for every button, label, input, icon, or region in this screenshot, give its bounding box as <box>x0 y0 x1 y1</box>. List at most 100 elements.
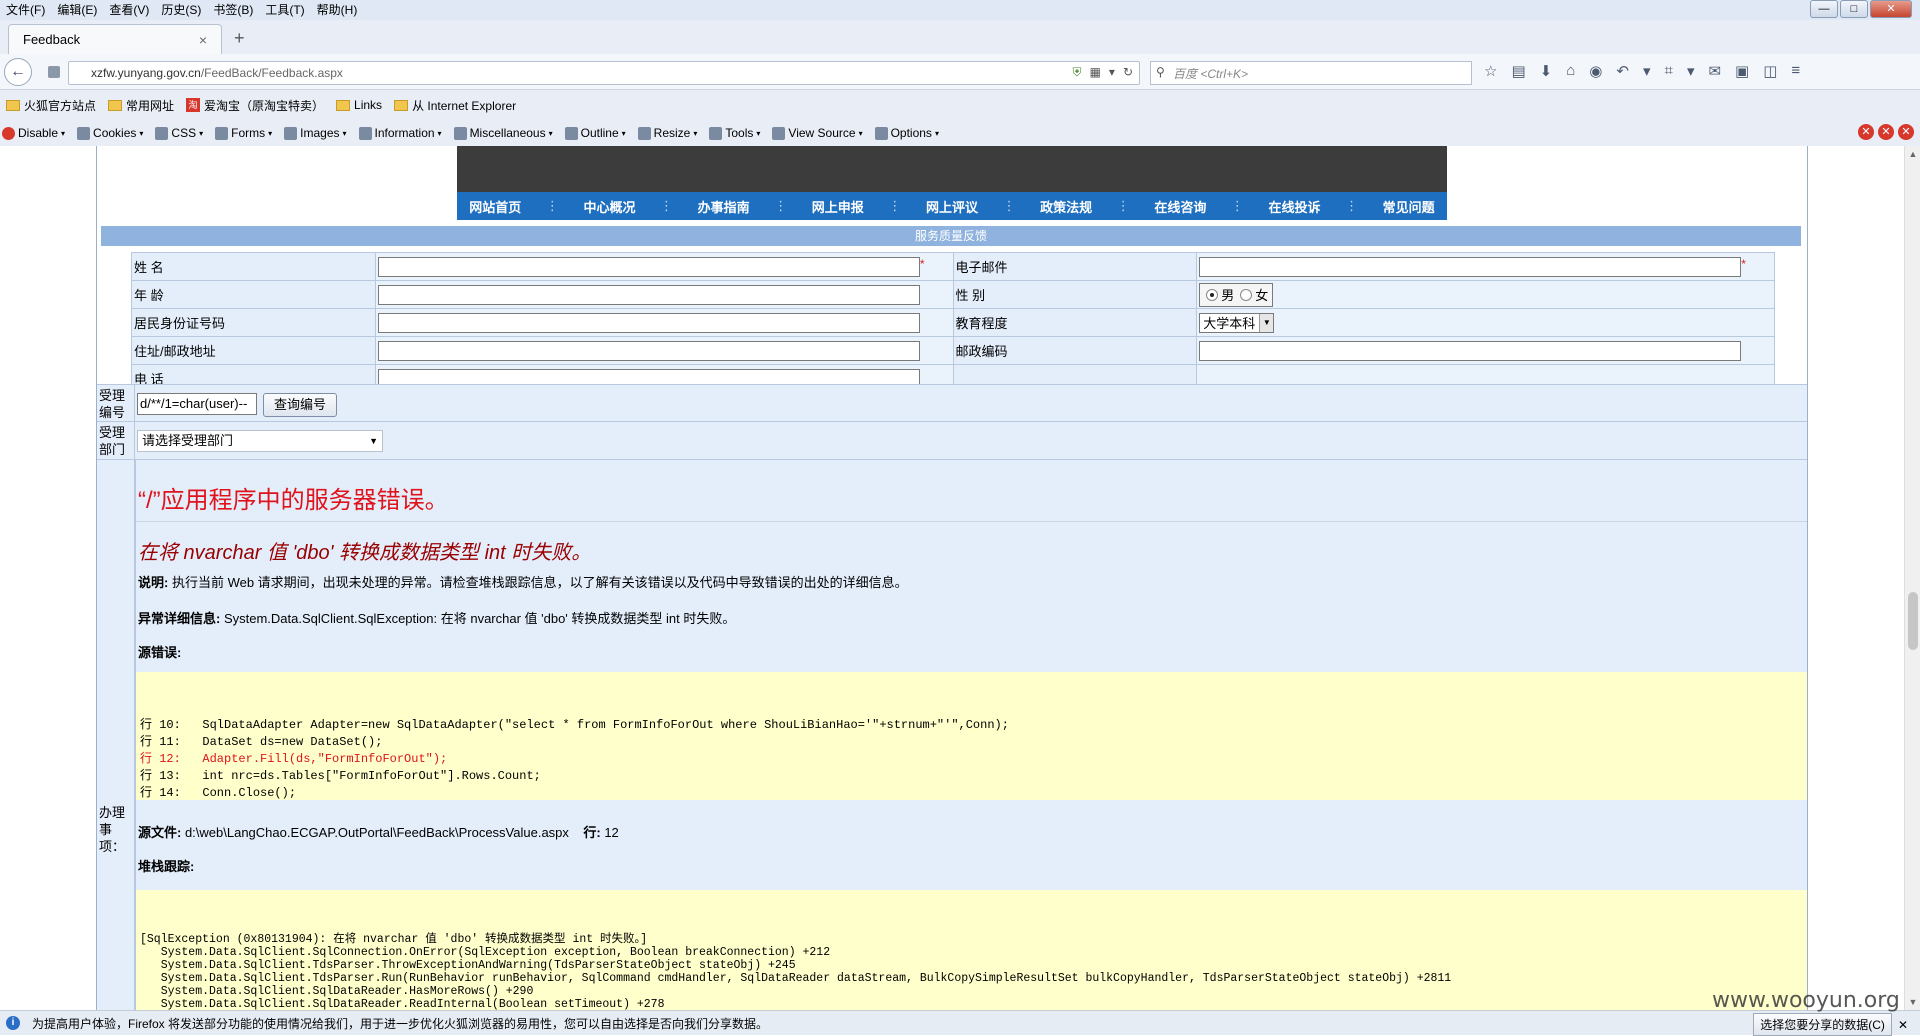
email-input[interactable] <box>1199 256 1742 277</box>
feedback-page: 网站首页 ⋮ 中心概况 ⋮ 办事指南 ⋮ 网上申报 ⋮ 网上评议 ⋮ 政策法规 ⋮ 在线咨询 ⋮ 在线投诉 ⋮… <box>96 146 1808 1010</box>
menu-item[interactable]: 书签(B) <box>207 0 259 20</box>
reload-icon[interactable]: ↻ <box>1123 65 1133 80</box>
menu-item[interactable]: 工具(T) <box>259 0 310 20</box>
menu-item[interactable]: 帮助(H) <box>311 0 364 20</box>
nav-separator: ⋮ <box>545 198 559 213</box>
tools-icon <box>709 126 723 140</box>
url-host: xzfw.yunyang.gov.cn <box>91 66 201 80</box>
site-nav-item[interactable]: 办事指南 <box>698 197 750 216</box>
devtool-menu-resize[interactable]: Resize ▾ <box>637 126 697 140</box>
site-nav-item[interactable]: 在线咨询 <box>1154 197 1206 216</box>
menu-item[interactable]: 编辑(E) <box>51 0 103 20</box>
accept-dept-value: 请选择受理部门 <box>142 433 234 448</box>
close-icon[interactable]: ✕ <box>1878 124 1894 140</box>
devtool-menu-disable[interactable]: Disable ▾ <box>2 126 65 140</box>
back-button[interactable]: ← <box>4 58 32 86</box>
bookmark-item[interactable]: 从 Internet Explorer <box>394 97 516 114</box>
site-nav-item[interactable]: 网上评议 <box>926 197 978 216</box>
bookmark-star-icon[interactable]: ☆ <box>1484 62 1497 80</box>
close-icon[interactable]: ✕ <box>1898 124 1914 140</box>
dropdown-icon[interactable]: ▾ <box>1109 65 1115 80</box>
undo-dropdown-icon[interactable]: ▾ <box>1643 62 1651 80</box>
accept-dept-select[interactable]: 请选择受理部门 ▼ <box>137 430 383 452</box>
menu-item[interactable]: 历史(S) <box>155 0 207 20</box>
stack-line: System.Data.SqlClient.TdsParser.ThrowExc… <box>140 959 796 972</box>
tab-close-icon[interactable]: × <box>199 32 207 48</box>
search-input[interactable]: ⚲ 百度 <Ctrl+K> <box>1150 61 1472 85</box>
menu-item[interactable]: 查看(V) <box>103 0 155 20</box>
share-data-button[interactable]: 选择您要分享的数据(C) <box>1753 1013 1892 1036</box>
download-icon[interactable]: ⬇ <box>1540 62 1553 80</box>
site-nav-item[interactable]: 网上申报 <box>812 197 864 216</box>
tab-feedback[interactable]: Feedback × <box>8 24 222 54</box>
nav-separator: ⋮ <box>774 198 788 213</box>
window-close-button[interactable]: ✕ <box>1870 0 1912 18</box>
comment-icon[interactable]: ✉ <box>1708 62 1721 80</box>
maximize-button[interactable]: □ <box>1840 0 1868 18</box>
name-input[interactable] <box>377 256 920 277</box>
picture-icon[interactable]: ▣ <box>1735 62 1749 80</box>
postcode-input[interactable] <box>1199 340 1742 361</box>
extension-icon[interactable]: ◫ <box>1763 62 1777 80</box>
bookmark-item[interactable]: 淘爱淘宝（原淘宝特卖） <box>186 97 324 114</box>
scroll-up-icon[interactable]: ▲ <box>1905 146 1920 162</box>
chat-icon[interactable]: ◉ <box>1589 62 1602 80</box>
gender-female-radio[interactable] <box>1240 288 1253 301</box>
devtool-menu-outline[interactable]: Outline ▾ <box>564 126 626 140</box>
bookmark-item[interactable]: 常用网址 <box>108 97 174 114</box>
id-number-input[interactable] <box>377 312 920 333</box>
menu-item[interactable]: 文件(F) <box>0 0 51 20</box>
devtool-menu-information[interactable]: Information ▾ <box>358 126 442 140</box>
education-select[interactable]: 大学本科 ▼ <box>1199 312 1275 333</box>
stack-trace-label: 堆栈跟踪: <box>138 859 195 874</box>
scrollbar-thumb[interactable] <box>1908 592 1918 650</box>
hamburger-menu-icon[interactable]: ≡ <box>1791 62 1800 80</box>
vertical-scrollbar[interactable]: ▲ ▼ <box>1904 146 1920 1010</box>
devtool-menu-tools[interactable]: Tools ▾ <box>709 126 760 140</box>
site-nav-item[interactable]: 在线投诉 <box>1268 197 1320 216</box>
scroll-down-icon[interactable]: ▼ <box>1905 994 1920 1010</box>
minimize-button[interactable]: — <box>1810 0 1838 18</box>
url-bar[interactable]: xzfw.yunyang.gov.cn/FeedBack/Feedback.as… <box>68 61 1140 85</box>
site-nav-item[interactable]: 中心概况 <box>583 197 635 216</box>
identity-icon[interactable] <box>48 66 60 78</box>
undo-icon[interactable]: ↶ <box>1616 62 1629 80</box>
error-title: “/”应用程序中的服务器错误。 <box>136 460 1807 522</box>
devtool-menu-view-source[interactable]: View Source ▾ <box>772 126 863 140</box>
qr-code-icon[interactable]: ▦ <box>1090 65 1101 80</box>
crop-icon[interactable]: ⌗ <box>1664 62 1672 80</box>
devtool-menu-miscellaneous[interactable]: Miscellaneous ▾ <box>453 126 553 140</box>
site-nav-item[interactable]: 常见问题 <box>1383 197 1435 216</box>
query-number-button[interactable]: 查询编号 <box>263 393 337 417</box>
site-navigation: 网站首页 ⋮ 中心概况 ⋮ 办事指南 ⋮ 网上申报 ⋮ 网上评议 ⋮ 政策法规 ⋮ 在线咨询 ⋮ 在线投诉 ⋮… <box>457 192 1447 220</box>
new-tab-button[interactable]: + <box>234 28 245 49</box>
address-input[interactable] <box>377 340 920 361</box>
close-icon[interactable]: ✕ <box>1858 124 1874 140</box>
site-nav-item[interactable]: 政策法规 <box>1040 197 1092 216</box>
devtool-menu-images[interactable]: Images ▾ <box>284 126 347 140</box>
folder-icon <box>108 99 123 111</box>
devtool-label: Miscellaneous <box>469 126 546 140</box>
bookmark-item[interactable]: 火狐官方站点 <box>6 97 96 114</box>
menu-bar: 文件(F) 编辑(E) 查看(V) 历史(S) 书签(B) 工具(T) 帮助(H) <box>0 0 1920 20</box>
info-icon: i <box>6 1016 20 1030</box>
age-input[interactable] <box>377 284 920 305</box>
code-line: 行 10: SqlDataAdapter Adapter=new SqlData… <box>140 718 1009 732</box>
site-nav-item[interactable]: 网站首页 <box>469 197 521 216</box>
shield-icon[interactable]: ⛨ <box>1073 65 1082 80</box>
gender-male-radio[interactable] <box>1206 288 1219 301</box>
devtool-menu-forms[interactable]: Forms ▾ <box>215 126 272 140</box>
accept-number-input[interactable]: d/**/1=char(user)-- <box>137 393 257 415</box>
toolbar-icons: ☆ ▤ ⬇ ⌂ ◉ ↶ ▾ ⌗ ▾ ✉ ▣ ◫ ≡ <box>1484 62 1800 80</box>
stack-line: System.Data.SqlClient.SqlDataReader.HasM… <box>140 985 534 998</box>
home-icon[interactable]: ⌂ <box>1566 62 1575 80</box>
bookmark-item[interactable]: Links <box>336 98 382 112</box>
crop-dropdown-icon[interactable]: ▾ <box>1687 62 1695 80</box>
close-icon[interactable]: ✕ <box>1898 1018 1908 1032</box>
devtool-menu-options[interactable]: Options ▾ <box>874 126 939 140</box>
source-error-label: 源错误: <box>138 645 182 660</box>
devtool-menu-cookies[interactable]: Cookies ▾ <box>77 126 143 140</box>
reading-list-icon[interactable]: ▤ <box>1511 62 1525 80</box>
devtool-menu-css[interactable]: CSS ▾ <box>155 126 203 140</box>
folder-icon <box>336 99 351 111</box>
